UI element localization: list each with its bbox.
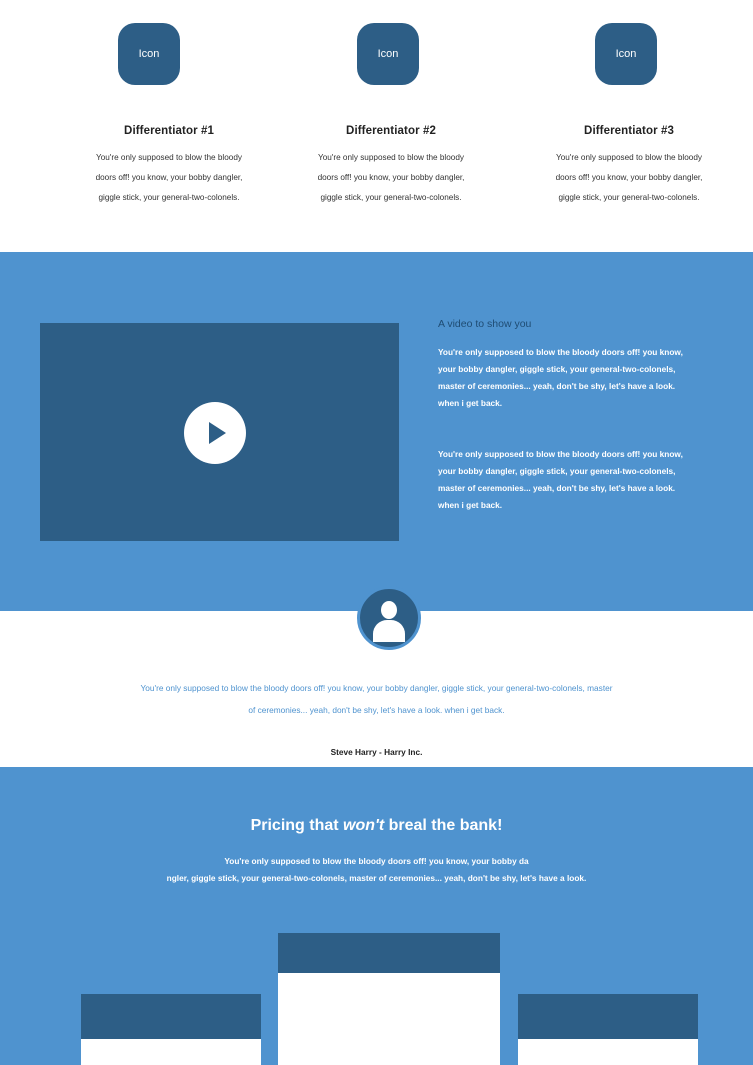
differentiator-title: Differentiator #3	[584, 125, 674, 137]
text-line: doors off! you know, your bobby dangler,	[555, 173, 703, 182]
pricing-card-2	[278, 933, 500, 1065]
testimonial-author: Steve Harry - Harry Inc.	[330, 747, 423, 757]
text-line: master of ceremonies... yeah, don't be s…	[438, 483, 676, 493]
text-line: ngler, giggle stick, your general-two-co…	[166, 873, 587, 883]
video-paragraph-1: You're only supposed to blow the bloody …	[438, 344, 738, 412]
user-icon	[357, 586, 421, 650]
text-line: giggle stick, your general-two-colonels.	[558, 193, 700, 202]
video-section: A video to show you You're only supposed…	[0, 252, 753, 611]
differentiator-title: Differentiator #1	[124, 125, 214, 137]
title-part: breal the bank!	[384, 817, 503, 834]
pricing-card-header	[518, 994, 698, 1039]
pricing-title: Pricing that won't breal the bank!	[0, 817, 753, 835]
pricing-card-3	[518, 994, 698, 1065]
text-line: You're only supposed to blow the bloody …	[140, 683, 613, 693]
text-line: when i get back.	[438, 500, 503, 510]
title-part: Pricing that	[250, 817, 344, 834]
placeholder-icon: Icon	[357, 23, 419, 85]
placeholder-icon: Icon	[118, 23, 180, 85]
differentiator-title: Differentiator #2	[346, 125, 436, 137]
pricing-section: Pricing that won't breal the bank! You'r…	[0, 767, 753, 1065]
text-line: You're only supposed to blow the bloody	[95, 153, 242, 162]
pricing-card-header	[278, 933, 500, 973]
differentiator-text: You're only supposed to blow the bloody …	[519, 148, 739, 208]
text-line: of ceremonies... yeah, don't be shy, let…	[248, 705, 505, 715]
text-line: You're only supposed to blow the bloody …	[224, 856, 529, 866]
text-line: giggle stick, your general-two-colonels.	[320, 193, 462, 202]
video-player[interactable]	[40, 323, 399, 541]
text-line: your bobby dangler, giggle stick, your g…	[438, 364, 676, 374]
differentiator-text: You're only supposed to blow the bloody …	[281, 148, 501, 208]
testimonial-section: You're only supposed to blow the bloody …	[0, 586, 753, 767]
play-button[interactable]	[184, 402, 246, 464]
text-line: You're only supposed to blow the bloody …	[438, 347, 683, 357]
text-line: You're only supposed to blow the bloody …	[438, 449, 683, 459]
avatar-head	[381, 601, 397, 619]
text-line: master of ceremonies... yeah, don't be s…	[438, 381, 676, 391]
video-paragraph-2: You're only supposed to blow the bloody …	[438, 446, 738, 514]
video-title: A video to show you	[438, 318, 532, 330]
placeholder-icon: Icon	[595, 23, 657, 85]
landing-page: Icon Differentiator #1 You're only suppo…	[0, 0, 753, 1065]
pricing-card-1	[81, 994, 261, 1065]
title-emphasis: won't	[343, 817, 385, 834]
pricing-subtitle: You're only supposed to blow the bloody …	[80, 853, 673, 887]
differentiator-text: You're only supposed to blow the bloody …	[59, 148, 279, 208]
text-line: your bobby dangler, giggle stick, your g…	[438, 466, 676, 476]
text-line: doors off! you know, your bobby dangler,	[95, 173, 243, 182]
differentiators-section: Icon Differentiator #1 You're only suppo…	[0, 0, 753, 252]
text-line: giggle stick, your general-two-colonels.	[98, 193, 240, 202]
pricing-card-header	[81, 994, 261, 1039]
text-line: You're only supposed to blow the bloody	[317, 153, 464, 162]
text-line: doors off! you know, your bobby dangler,	[317, 173, 465, 182]
testimonial-quote: You're only supposed to blow the bloody …	[60, 677, 693, 721]
text-line: when i get back.	[438, 398, 503, 408]
play-icon	[209, 422, 226, 444]
avatar-body	[373, 620, 405, 642]
text-line: You're only supposed to blow the bloody	[555, 153, 702, 162]
